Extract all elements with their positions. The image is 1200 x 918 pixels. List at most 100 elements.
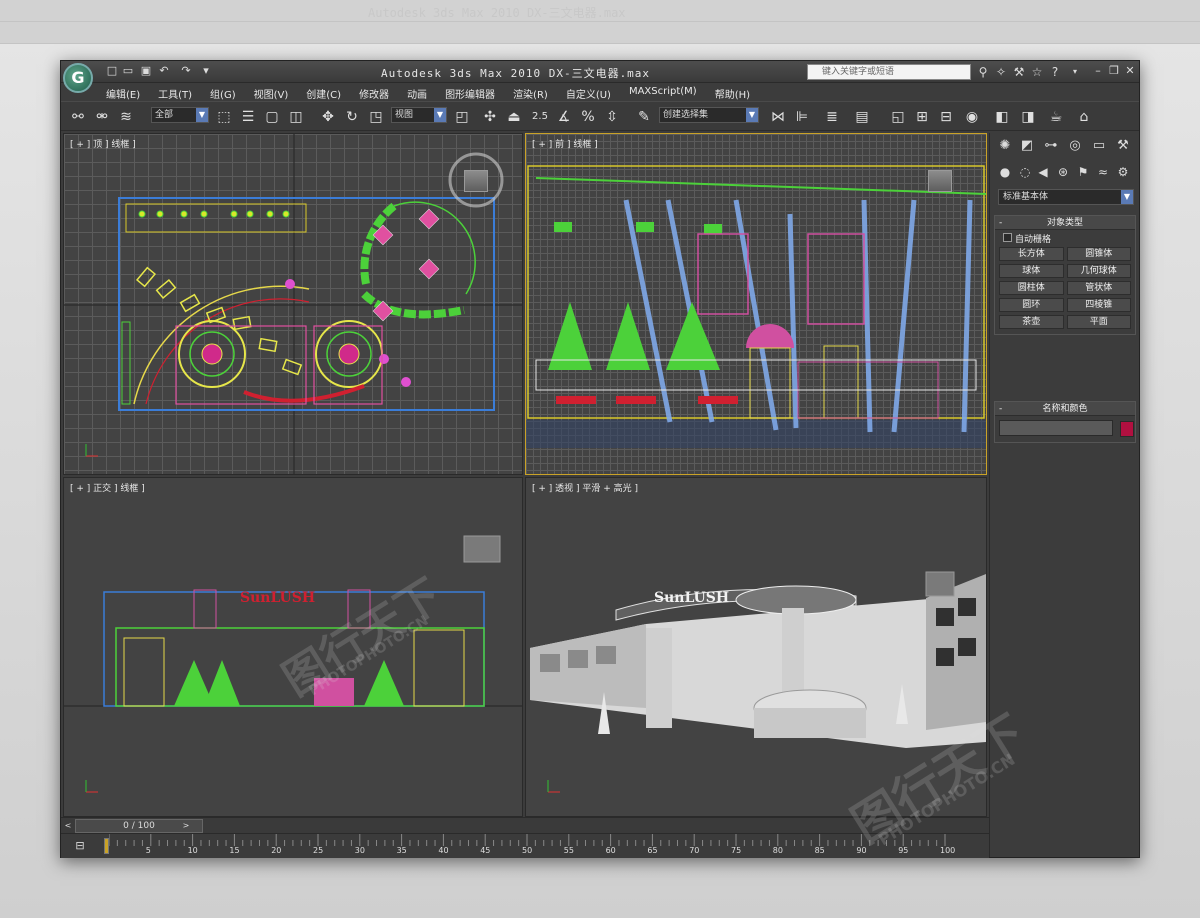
menu-views[interactable]: 视图(V) [245,83,298,101]
curve-editor-icon[interactable]: ◱ [887,106,909,128]
binoculars-icon[interactable]: ⚲ [975,64,991,80]
mini-curve-editor-icon[interactable]: ⊟ [71,838,89,854]
active-shade-icon[interactable]: ⌂ [1073,106,1095,128]
next-frame-icon[interactable]: > [181,819,191,833]
object-name-input[interactable] [999,420,1113,436]
scale-icon[interactable]: ◳ [365,106,387,128]
geometry-category-dropdown[interactable]: 标准基本体 ▼ [998,189,1134,205]
viewcube-front[interactable] [928,170,952,192]
viewport-perspective[interactable]: [ + ] 透视 ] 平滑 + 高光 ] SunLUSH [525,477,987,817]
named-selection-dropdown[interactable]: 创建选择集 ▼ [659,107,759,123]
link-icon[interactable]: ⚯ [67,106,89,128]
help-dropdown-icon[interactable]: ▾ [1067,64,1083,80]
percent-snap-icon[interactable]: % [577,106,599,128]
close-icon[interactable]: ✕ [1123,64,1137,78]
spinner-snap-icon[interactable]: ⇳ [601,106,623,128]
restore-icon[interactable]: ❐ [1107,64,1121,78]
helpers-icon[interactable]: ⚑ [1074,163,1092,181]
communication-icon[interactable]: ⚒ [1011,64,1027,80]
viewport-top[interactable]: [ + ] 顶 ] 线框 ] [63,133,523,475]
object-type-rollout-header[interactable]: - 对象类型 [995,216,1135,230]
quick-access-dropdown-icon[interactable]: ▾ [199,64,213,78]
object-color-swatch[interactable] [1120,421,1135,437]
teapot-button[interactable]: 茶壶 [999,315,1064,329]
menu-edit[interactable]: 编辑(E) [97,83,149,101]
unlink-icon[interactable]: ⚮ [91,106,113,128]
menu-create[interactable]: 创建(C) [297,83,350,101]
autogrid-checkbox[interactable]: 自动栅格 [995,230,1135,245]
torus-button[interactable]: 圆环 [999,298,1064,312]
rotate-icon[interactable]: ↻ [341,106,363,128]
geometry-icon[interactable]: ● [996,163,1014,181]
tube-button[interactable]: 管状体 [1066,281,1131,295]
graphite-tools-icon[interactable]: ▤ [851,106,873,128]
menu-animation[interactable]: 动画 [398,83,436,101]
pivot-center-icon[interactable]: ◰ [451,106,473,128]
select-manipulate-icon[interactable]: ✣ [479,106,501,128]
minimize-icon[interactable]: – [1091,64,1105,78]
create-tab-icon[interactable]: ✺ [996,137,1014,155]
edit-named-selection-icon[interactable]: ✎ [633,106,655,128]
material-editor-icon[interactable]: ⊟ [935,106,957,128]
window-crossing-icon[interactable]: ◫ [285,106,307,128]
new-file-icon[interactable]: □ [105,64,119,78]
cylinder-button[interactable]: 圆柱体 [999,281,1064,295]
menu-customize[interactable]: 自定义(U) [557,83,620,101]
motion-tab-icon[interactable]: ◎ [1066,137,1084,155]
hierarchy-tab-icon[interactable]: ⊶ [1042,137,1060,155]
box-button[interactable]: 长方体 [999,247,1064,261]
viewcube-top[interactable] [464,170,488,192]
cone-button[interactable]: 圆锥体 [1066,247,1131,261]
sphere-button[interactable]: 球体 [999,264,1064,278]
move-icon[interactable]: ✥ [317,106,339,128]
app-logo-button[interactable]: G [63,63,93,93]
teapot-render-icon[interactable]: ☕ [1045,106,1067,128]
rectangular-selection-icon[interactable]: ▢ [261,106,283,128]
select-object-icon[interactable]: ⬚ [213,106,235,128]
subscription-icon[interactable]: ✧ [993,64,1009,80]
display-tab-icon[interactable]: ▭ [1090,137,1108,155]
lights-icon[interactable]: ◀ [1034,163,1052,181]
plane-button[interactable]: 平面 [1066,315,1131,329]
reference-coordinate-dropdown[interactable]: 视图 ▼ [391,107,447,123]
favorites-star-icon[interactable]: ☆ [1029,64,1045,80]
layer-manager-icon[interactable]: ≣ [821,106,843,128]
prev-frame-icon[interactable]: < [63,819,73,833]
menu-modifiers[interactable]: 修改器 [350,83,398,101]
selection-filter-dropdown[interactable]: 全部 ▼ [151,107,209,123]
geosphere-button[interactable]: 几何球体 [1066,264,1131,278]
menu-graph-editors[interactable]: 图形编辑器 [436,83,504,101]
track-bar[interactable]: ⊟ 5 10 15 20 25 30 35 40 45 50 55 60 65 70 75 80 85 90 95 1… [61,833,989,858]
angle-snap-icon[interactable]: ∡ [553,106,575,128]
viewport-label-front[interactable]: [ + ] 前 ] 线框 ] [532,137,598,150]
menu-maxscript[interactable]: MAXScript(M) [620,83,706,101]
space-warps-icon[interactable]: ≈ [1094,163,1112,181]
modify-tab-icon[interactable]: ◩ [1018,137,1036,155]
help-icon[interactable]: ? [1047,64,1063,80]
mirror-icon[interactable]: ⋈ [767,106,789,128]
viewport-orthographic[interactable]: [ + ] 正交 ] 线框 ] SunLUSH [63,477,523,817]
viewport-label-top[interactable]: [ + ] 顶 ] 线框 ] [70,137,136,150]
cameras-icon[interactable]: ⊛ [1054,163,1072,181]
systems-icon[interactable]: ⚙ [1114,163,1132,181]
menu-tools[interactable]: 工具(T) [149,83,201,101]
keyboard-shortcut-icon[interactable]: ⏏ [503,106,525,128]
rendered-frame-icon[interactable]: ◧ [991,106,1013,128]
search-input[interactable]: 键入关键字或短语 [807,64,971,80]
align-icon[interactable]: ⊫ [791,106,813,128]
viewport-front[interactable]: [ + ] 前 ] 线框 ] [525,133,987,475]
menu-help[interactable]: 帮助(H) [706,83,759,101]
utilities-tab-icon[interactable]: ⚒ [1114,137,1132,155]
snap-toggle-icon[interactable]: 2.5 [529,106,551,128]
render-production-icon[interactable]: ◨ [1017,106,1039,128]
menu-group[interactable]: 组(G) [201,83,245,101]
render-setup-icon[interactable]: ◉ [961,106,983,128]
redo-icon[interactable]: ↷ [179,64,193,78]
viewport-label-orthographic[interactable]: [ + ] 正交 ] 线框 ] [70,481,145,494]
bind-space-warp-icon[interactable]: ≋ [115,106,137,128]
undo-icon[interactable]: ↶ [157,64,171,78]
shapes-icon[interactable]: ◌ [1016,163,1034,181]
pyramid-button[interactable]: 四棱锥 [1066,298,1131,312]
name-color-rollout-header[interactable]: - 名称和颜色 [995,402,1135,416]
select-by-name-icon[interactable]: ☰ [237,106,259,128]
